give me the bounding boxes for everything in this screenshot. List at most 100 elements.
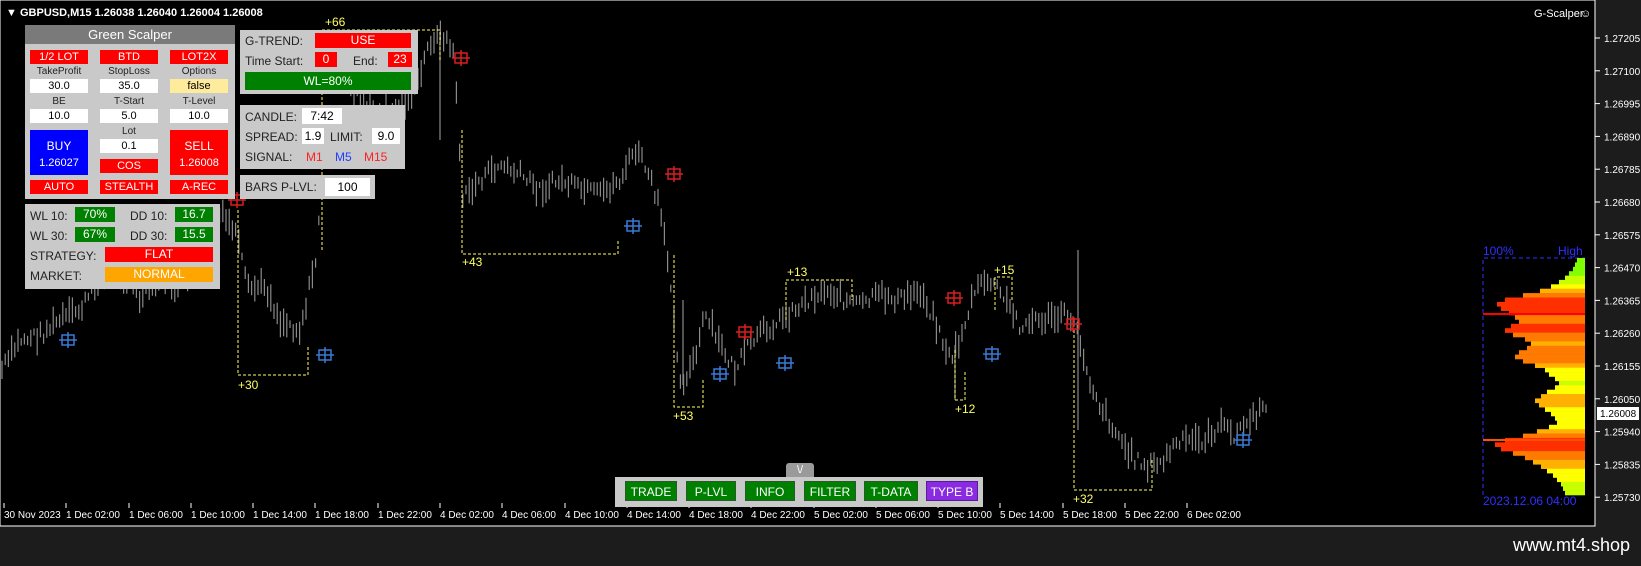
price-tick-label: 1.26470: [1604, 264, 1641, 275]
panel-title: Green Scalper: [25, 25, 235, 44]
symbol-info: GBPUSD,M15 1.26038 1.26040 1.26004 1.260…: [20, 7, 263, 19]
options-label: Options: [181, 66, 217, 77]
time-tick-label: 1 Dec 14:00: [253, 510, 307, 521]
signal-m5: M5: [335, 150, 352, 164]
sell-button[interactable]: SELL 1.26008: [170, 130, 228, 175]
profile-bar: [1545, 407, 1585, 412]
price-tick-label: 1.27205: [1604, 34, 1641, 45]
profile-date-label: 2023.12.06 04:00: [1483, 494, 1577, 508]
btd-button[interactable]: BTD: [100, 50, 158, 64]
trade-profit-label: +53: [673, 409, 694, 423]
sell-label: SELL: [184, 139, 214, 153]
lot-input[interactable]: 0.1: [100, 139, 158, 153]
strategy-value[interactable]: FLAT: [105, 247, 213, 262]
buy-marker-icon: [776, 355, 794, 371]
wl30-value: 67%: [75, 227, 115, 242]
arec-button[interactable]: A-REC: [170, 180, 228, 194]
spread-value: 1.9: [302, 128, 324, 144]
profile-bar: [1559, 279, 1585, 285]
filter-button[interactable]: FILTER: [804, 481, 856, 501]
tstart-label: T-Start: [113, 96, 144, 107]
wl-value: WL=80%: [245, 72, 411, 90]
tlevel-label: T-Level: [182, 96, 216, 107]
gtrend-panel: G-TREND: USE Time Start: 0 End: 23 WL=80…: [240, 30, 418, 94]
toolbar-collapse-button[interactable]: \/: [786, 463, 814, 477]
profile-top-label: 100%: [1483, 244, 1514, 258]
green-scalper-panel: Green Scalper 1/2 LOT BTD LOT2X TakeProf…: [25, 25, 235, 199]
buy-marker-icon: [59, 332, 77, 348]
info-button[interactable]: INFO: [745, 481, 795, 501]
profile-bar: [1569, 271, 1585, 276]
market-label: MARKET:: [30, 269, 83, 283]
takeprofit-input[interactable]: 30.0: [30, 79, 88, 93]
buy-button[interactable]: BUY 1.26027: [30, 130, 88, 175]
bars-plvl-input[interactable]: 100: [325, 178, 370, 196]
profile-bar: [1549, 424, 1585, 430]
price-tick-label: 1.26995: [1604, 100, 1641, 111]
time-tick-label: 5 Dec 22:00: [1125, 510, 1179, 521]
profile-bar: [1557, 420, 1585, 426]
profile-bar: [1523, 358, 1585, 364]
profile-bar: [1525, 337, 1585, 342]
profile-bar: [1515, 315, 1585, 320]
plvl-button[interactable]: P-LVL: [686, 481, 736, 501]
buy-marker-icon: [983, 346, 1001, 362]
profile-bar: [1553, 473, 1585, 478]
profile-bar: [1527, 345, 1585, 351]
stealth-button[interactable]: STEALTH: [100, 180, 158, 194]
profile-bar: [1577, 258, 1585, 263]
half-lot-button[interactable]: 1/2 LOT: [30, 50, 88, 64]
bars-plvl-label: BARS P-LVL:: [245, 180, 317, 194]
auto-button[interactable]: AUTO: [30, 180, 88, 194]
profile-high-label: High: [1558, 244, 1583, 258]
sell-marker-icon: [665, 166, 683, 182]
gtrend-value[interactable]: USE: [315, 33, 411, 48]
trade-profit-label: +30: [238, 378, 259, 392]
trade-profit-label: +43: [462, 255, 483, 269]
trade-profit-label: +66: [325, 15, 346, 29]
profile-bar: [1555, 376, 1585, 382]
lot2x-button[interactable]: LOT2X: [170, 50, 228, 64]
trade-profit-label: +15: [994, 263, 1015, 277]
limit-input[interactable]: 9.0: [372, 128, 400, 144]
be-input[interactable]: 10.0: [30, 109, 88, 123]
type-b-button[interactable]: TYPE B: [926, 481, 978, 501]
time-tick-label: 1 Dec 22:00: [378, 510, 432, 521]
profile-bar: [1511, 323, 1585, 329]
tdata-button[interactable]: T-DATA: [864, 481, 918, 501]
cos-button[interactable]: COS: [100, 159, 158, 173]
profile-bar: [1525, 455, 1585, 461]
price-tick-label: 1.25835: [1604, 460, 1641, 471]
price-tick-label: 1.27100: [1604, 67, 1641, 78]
candle-info-panel: CANDLE: 7:42 SPREAD: 1.9 LIMIT: 9.0 SIGN…: [240, 105, 405, 169]
time-tick-label: 1 Dec 10:00: [191, 510, 245, 521]
time-tick-label: 6 Dec 02:00: [1187, 510, 1241, 521]
time-tick-label: 5 Dec 18:00: [1063, 510, 1117, 521]
time-start-input[interactable]: 0: [315, 52, 337, 67]
bars-plvl-panel: BARS P-LVL: 100: [240, 175, 375, 199]
profile-bar: [1557, 477, 1585, 483]
sell-marker-icon: [1064, 316, 1082, 332]
lot-label: Lot: [122, 126, 136, 137]
trade-profit-label: +32: [1073, 492, 1094, 506]
time-tick-label: 5 Dec 02:00: [814, 510, 868, 521]
trade-button[interactable]: TRADE: [625, 481, 677, 501]
price-tick-label: 1.26680: [1604, 198, 1641, 209]
profile-bar: [1547, 468, 1585, 474]
profile-bar: [1533, 459, 1585, 465]
signal-m1: M1: [306, 150, 323, 164]
price-tick-label: 1.25730: [1604, 493, 1641, 504]
stoploss-input[interactable]: 35.0: [100, 79, 158, 93]
time-tick-label: 1 Dec 02:00: [66, 510, 120, 521]
tstart-input[interactable]: 5.0: [100, 109, 158, 123]
end-input[interactable]: 23: [388, 52, 412, 67]
time-tick-label: 5 Dec 14:00: [1000, 510, 1054, 521]
price-tick-label: 1.26260: [1604, 329, 1641, 340]
options-toggle[interactable]: false: [170, 79, 228, 93]
trade-profit-label: +12: [955, 402, 976, 416]
sell-marker-icon: [452, 50, 470, 66]
bottom-toolbar: TRADE P-LVL INFO FILTER T-DATA TYPE B: [615, 477, 983, 507]
buy-marker-icon: [624, 218, 642, 234]
tlevel-input[interactable]: 10.0: [170, 109, 228, 123]
strategy-label: STRATEGY:: [30, 249, 97, 263]
